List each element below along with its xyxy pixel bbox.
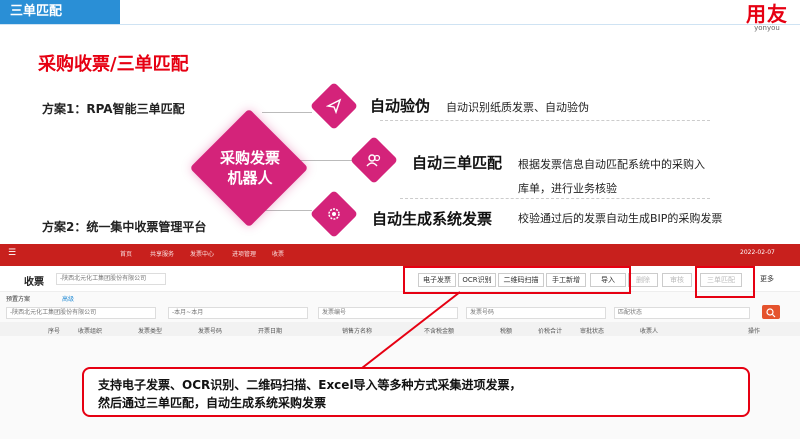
callout-line-2: 然后通过三单匹配，自动生成系统采购发票 [98, 396, 327, 410]
breadcrumb-1[interactable]: 首页 [120, 249, 132, 258]
robot-label: 采购发票 机器人 [219, 149, 280, 187]
gear-icon [319, 199, 349, 229]
filter-status[interactable]: 匹配状态 [614, 307, 750, 319]
plan-1: 方案1：RPA智能三单匹配 [42, 102, 185, 116]
date-display: 2022-02-07 [740, 249, 775, 256]
breadcrumb-2[interactable]: 共享服务 [150, 249, 174, 258]
header-divider [0, 24, 800, 25]
search-icon [766, 308, 776, 318]
callout-line-1: 支持电子发票、OCR识别、二维码扫描、Excel导入等多种方式采集进项发票， [98, 378, 522, 392]
col-total: 价税合计 [538, 328, 563, 335]
feature-title-3: 自动生成系统发票 [372, 210, 493, 228]
callout-pointer [361, 291, 461, 369]
col-type: 发票类型 [138, 328, 163, 335]
col-date: 开票日期 [258, 328, 283, 335]
search-button[interactable] [762, 305, 780, 319]
feature-desc-1: 自动识别纸质发票、自动验伪 [446, 101, 589, 114]
col-tax: 税额 [500, 328, 513, 335]
connector-3 [262, 210, 312, 211]
col-action: 操作 [748, 328, 761, 335]
connector-1 [262, 112, 312, 113]
page-title: 采购收票/三单匹配 [38, 54, 189, 75]
breadcrumb-5[interactable]: 收票 [272, 249, 284, 258]
app-page-title: 收票 [24, 277, 44, 288]
filter-month[interactable]: -本月~本月 [168, 307, 308, 319]
yonyou-logo: 用友 yonyou [746, 2, 788, 32]
feature-title-1: 自动验伪 [370, 97, 431, 115]
highlight-match-button [695, 266, 755, 298]
feature-desc-2: 根据发票信息自动匹配系统中的采购入 [518, 158, 705, 171]
menu-icon[interactable]: ☰ [8, 248, 18, 258]
col-approval: 审批状态 [580, 328, 605, 335]
users-icon [359, 145, 389, 175]
divider-1 [380, 120, 710, 121]
breadcrumb-4[interactable]: 进项管理 [232, 249, 256, 258]
feature-title-2: 自动三单匹配 [412, 154, 503, 172]
filter-invoice-no[interactable]: 发票号码 [466, 307, 606, 319]
divider-2 [400, 198, 710, 199]
scheme-select[interactable]: 预置方案 [6, 294, 30, 303]
callout-box: 支持电子发票、OCR识别、二维码扫描、Excel导入等多种方式采集进项发票， 然… [82, 367, 750, 417]
send-icon [319, 91, 349, 121]
advanced-link[interactable]: 高级 [62, 294, 74, 303]
more-button[interactable]: 更多 [752, 273, 782, 287]
breadcrumb-3[interactable]: 发票中心 [190, 249, 214, 258]
review-button[interactable]: 审核 [662, 273, 692, 287]
delete-button[interactable]: 删除 [628, 273, 658, 287]
plan-2: 方案2：统一集中收票管理平台 [42, 220, 207, 234]
feature-desc-3: 校验通过后的发票自动生成BIP的采购发票 [518, 212, 723, 225]
col-number: 发票号码 [198, 328, 223, 335]
section-tab: 三单匹配 [0, 0, 120, 24]
feature-desc-2b: 库单，进行业务核验 [518, 182, 617, 195]
col-receiver: 收票人 [640, 328, 659, 335]
org-select[interactable]: -陕西北元化工集团股份有限公司 [56, 273, 166, 285]
col-index: 序号 [48, 328, 61, 335]
filter-org[interactable]: -陕西北元化工集团股份有限公司 [6, 307, 156, 319]
col-org: 收票组织 [78, 328, 103, 335]
